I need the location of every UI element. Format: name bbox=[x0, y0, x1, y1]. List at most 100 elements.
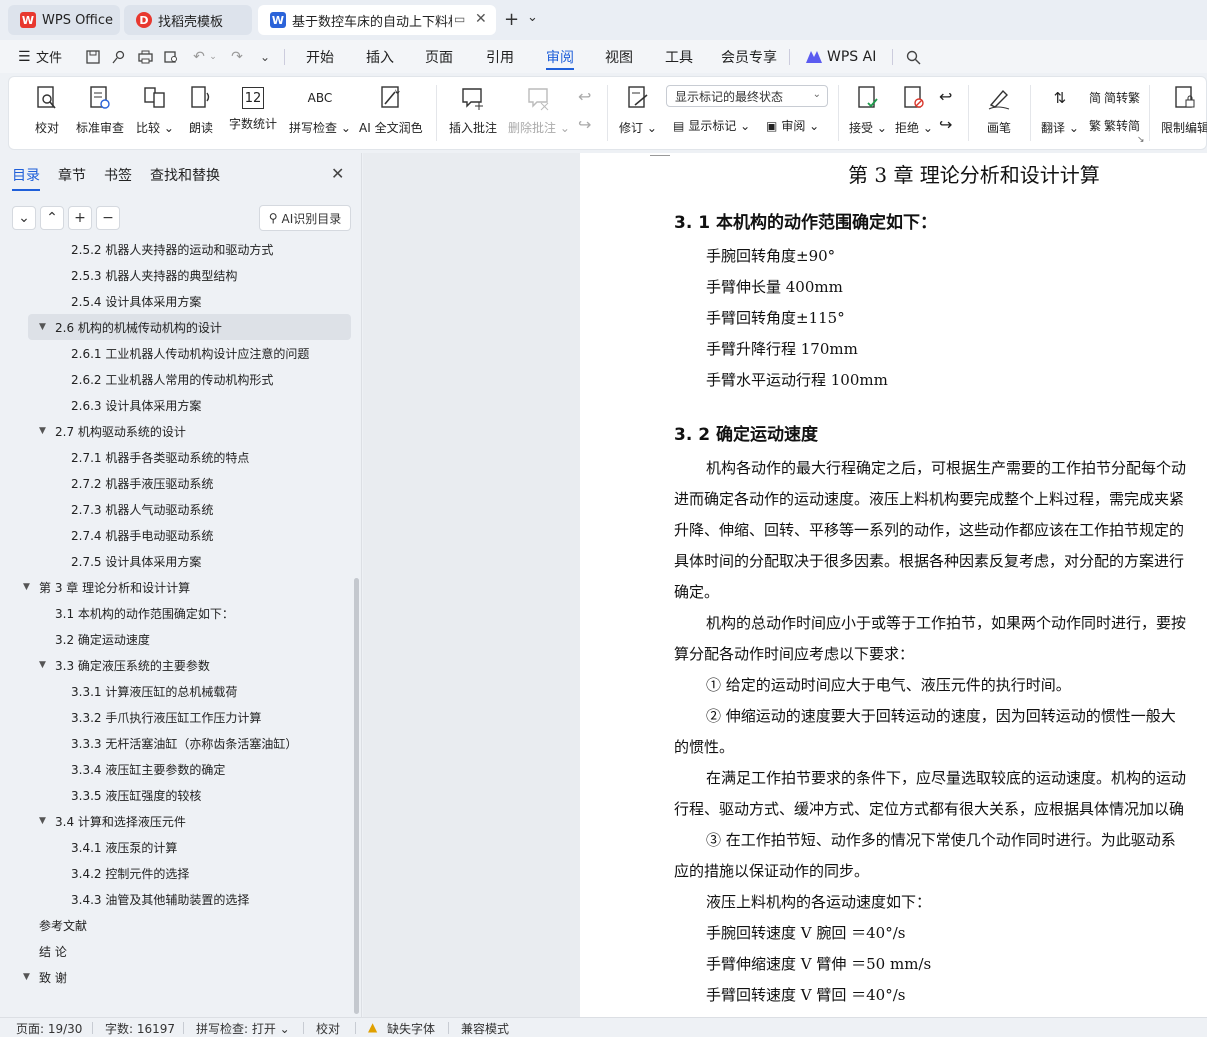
document-page[interactable]: 第 3 章 理论分析和设计计算 3. 1 本机构的动作范围确定如下： 手腕回转角… bbox=[580, 153, 1207, 1017]
menu-view[interactable]: 视图 bbox=[605, 40, 633, 73]
toc-item[interactable]: 3.3.1 计算液压缸的总机械载荷 bbox=[71, 678, 237, 704]
add-heading-button[interactable]: + bbox=[68, 206, 92, 230]
tab-find-replace[interactable]: 查找和替换 bbox=[150, 165, 220, 185]
toc-item[interactable]: 2.7 机构驱动系统的设计 bbox=[55, 418, 186, 444]
proof-indicator[interactable]: 校对 bbox=[316, 1020, 340, 1037]
menu-tools[interactable]: 工具 bbox=[665, 40, 693, 73]
toc-item[interactable]: 第 3 章 理论分析和设计计算 bbox=[39, 574, 190, 600]
menu-wps-ai[interactable]: WPS AI bbox=[806, 40, 876, 73]
toc-scrollbar[interactable] bbox=[354, 578, 359, 1014]
undo-dropdown-icon[interactable]: ⌄ bbox=[204, 48, 222, 66]
compare-button[interactable]: 比较 ⌄ bbox=[136, 83, 174, 136]
toc-item[interactable]: 2.6.1 工业机器人传动机构设计应注意的问题 bbox=[71, 340, 309, 366]
collapse-arrow-icon[interactable]: ▼ bbox=[39, 322, 46, 332]
restrict-edit-button[interactable]: 限制编辑 bbox=[1161, 83, 1207, 136]
delete-comment-button[interactable]: 删除批注 ⌄ bbox=[508, 83, 570, 136]
collapse-arrow-icon[interactable]: ▼ bbox=[39, 426, 46, 436]
collapse-arrow-icon[interactable]: ▼ bbox=[23, 972, 30, 982]
close-panel-icon[interactable]: ✕ bbox=[331, 164, 344, 183]
tab-bookmarks[interactable]: 书签 bbox=[104, 165, 132, 185]
word-count-button[interactable]: 12 字数统计 bbox=[229, 83, 277, 132]
screen-icon[interactable]: ▭ bbox=[454, 12, 465, 26]
next-change-icon[interactable]: ↪ bbox=[939, 115, 952, 134]
show-markup-button[interactable]: ▤ 显示标记 ⌄ bbox=[673, 117, 750, 134]
save-icon[interactable] bbox=[84, 48, 102, 66]
toc-item[interactable]: 3.4.2 控制元件的选择 bbox=[71, 860, 189, 886]
tab-document[interactable]: W 基于数控车床的自动上下料机 ▭ ✕ bbox=[258, 5, 496, 35]
toc-item[interactable]: 致 谢 bbox=[39, 964, 67, 990]
tab-toc[interactable]: 目录 bbox=[12, 165, 40, 191]
collapse-arrow-icon[interactable]: ▼ bbox=[39, 816, 46, 826]
remove-heading-button[interactable]: − bbox=[96, 206, 120, 230]
menu-file[interactable]: 文件 bbox=[36, 40, 62, 73]
more-tools-icon[interactable]: ⌄ bbox=[256, 48, 274, 66]
toc-item[interactable]: 2.7.2 机器手液压驱动系统 bbox=[71, 470, 213, 496]
review-pane-button[interactable]: ▣ 审阅 ⌄ bbox=[766, 117, 819, 134]
next-comment-icon[interactable]: ↪ bbox=[578, 115, 591, 134]
expand-group-icon[interactable]: ↘ bbox=[1137, 135, 1145, 145]
toc-item[interactable]: 2.6.2 工业机器人常用的传动机构形式 bbox=[71, 366, 273, 392]
redo-icon[interactable]: ↷ bbox=[228, 48, 246, 66]
prev-change-icon[interactable]: ↩ bbox=[939, 87, 952, 106]
toc-item[interactable]: 3.3.2 手爪执行液压缸工作压力计算 bbox=[71, 704, 261, 730]
markup-mode-select[interactable]: 显示标记的最终状态 ⌄ bbox=[666, 85, 828, 107]
expand-all-button[interactable]: ⌄ bbox=[12, 206, 36, 230]
toc-item[interactable]: 2.7.5 设计具体采用方案 bbox=[71, 548, 201, 574]
simplified-to-traditional-button[interactable]: 简简转繁 bbox=[1089, 89, 1140, 106]
standard-review-button[interactable]: 标准审查 bbox=[76, 83, 124, 136]
print-preview-icon[interactable] bbox=[162, 48, 180, 66]
traditional-to-simplified-button[interactable]: 繁繁转简 bbox=[1089, 117, 1140, 134]
menu-page[interactable]: 页面 bbox=[425, 40, 453, 73]
search-icon[interactable] bbox=[904, 48, 922, 66]
collapse-arrow-icon[interactable]: ▼ bbox=[23, 582, 30, 592]
tab-template[interactable]: D 找稻壳模板 bbox=[124, 5, 252, 35]
pen-button[interactable]: 画笔 bbox=[985, 83, 1013, 136]
hamburger-icon[interactable]: ☰ bbox=[18, 40, 31, 73]
toc-item[interactable]: 2.5.4 设计具体采用方案 bbox=[71, 288, 201, 314]
proofread-button[interactable]: 校对 bbox=[33, 83, 61, 136]
toc-item[interactable]: 2.6 机构的机械传动机构的设计 bbox=[55, 314, 222, 340]
collapse-all-button[interactable]: ⌃ bbox=[40, 206, 64, 230]
new-tab-icon[interactable]: + bbox=[504, 9, 519, 30]
missing-font-indicator[interactable]: 缺失字体 bbox=[387, 1020, 435, 1037]
tab-list-icon[interactable]: ⌄ bbox=[527, 10, 538, 25]
toc-item[interactable]: 3.1 本机构的动作范围确定如下： bbox=[55, 600, 234, 626]
track-changes-button[interactable]: 修订 ⌄ bbox=[619, 83, 657, 136]
menu-review[interactable]: 审阅 bbox=[546, 40, 574, 73]
translate-button[interactable]: ⇅ 翻译 ⌄ bbox=[1041, 83, 1079, 136]
word-count-indicator[interactable]: 字数: 16197 bbox=[105, 1020, 175, 1037]
collapse-arrow-icon[interactable]: ▼ bbox=[39, 660, 46, 670]
toc-item[interactable]: 2.7.4 机器手电动驱动系统 bbox=[71, 522, 213, 548]
read-aloud-button[interactable]: 朗读 bbox=[187, 83, 215, 136]
toc-item[interactable]: 3.3.3 无杆活塞油缸（亦称齿条活塞油缸） bbox=[71, 730, 297, 756]
menu-insert[interactable]: 插入 bbox=[366, 40, 394, 73]
ai-toc-button[interactable]: ⚲ AI识别目录 bbox=[259, 205, 351, 231]
tab-chapters[interactable]: 章节 bbox=[58, 165, 86, 185]
prev-comment-icon[interactable]: ↩ bbox=[578, 87, 591, 106]
page-indicator[interactable]: 页面: 19/30 bbox=[16, 1020, 82, 1037]
menu-home[interactable]: 开始 bbox=[306, 40, 334, 73]
toc-item[interactable]: 3.3.5 液压缸强度的较核 bbox=[71, 782, 201, 808]
toc-item[interactable]: 3.4 计算和选择液压元件 bbox=[55, 808, 186, 834]
close-tab-icon[interactable]: ✕ bbox=[475, 11, 487, 27]
menu-reference[interactable]: 引用 bbox=[486, 40, 514, 73]
toc-item[interactable]: 3.3.4 液压缸主要参数的确定 bbox=[71, 756, 225, 782]
compat-mode-indicator[interactable]: 兼容模式 bbox=[461, 1020, 509, 1037]
toc-item[interactable]: 3.3 确定液压系统的主要参数 bbox=[55, 652, 210, 678]
accept-button[interactable]: 接受 ⌄ bbox=[849, 83, 887, 136]
spell-check-indicator[interactable]: 拼写检查: 打开 ⌄ bbox=[196, 1020, 290, 1037]
tab-wps-office[interactable]: W WPS Office bbox=[8, 5, 120, 35]
menu-member[interactable]: 会员专享 bbox=[721, 40, 777, 73]
insert-comment-button[interactable]: 插入批注 bbox=[449, 83, 497, 136]
toc-item[interactable]: 2.7.1 机器手各类驱动系统的特点 bbox=[71, 444, 249, 470]
toc-item[interactable]: 2.5.3 机器人夹持器的典型结构 bbox=[71, 262, 237, 288]
toc-item[interactable]: 3.4.3 油管及其他辅助装置的选择 bbox=[71, 886, 249, 912]
ai-polish-button[interactable]: AI 全文润色 bbox=[359, 83, 423, 136]
toc-item[interactable]: 2.7.3 机器人气动驱动系统 bbox=[71, 496, 213, 522]
toc-item[interactable]: 3.2 确定运动速度 bbox=[55, 626, 150, 652]
toc-item[interactable]: 参考文献 bbox=[39, 912, 87, 938]
print-icon[interactable] bbox=[136, 48, 154, 66]
toc-item[interactable]: 2.5.2 机器人夹持器的运动和驱动方式 bbox=[71, 241, 273, 262]
reject-button[interactable]: 拒绝 ⌄ bbox=[895, 83, 933, 136]
toc-item[interactable]: 2.6.3 设计具体采用方案 bbox=[71, 392, 201, 418]
